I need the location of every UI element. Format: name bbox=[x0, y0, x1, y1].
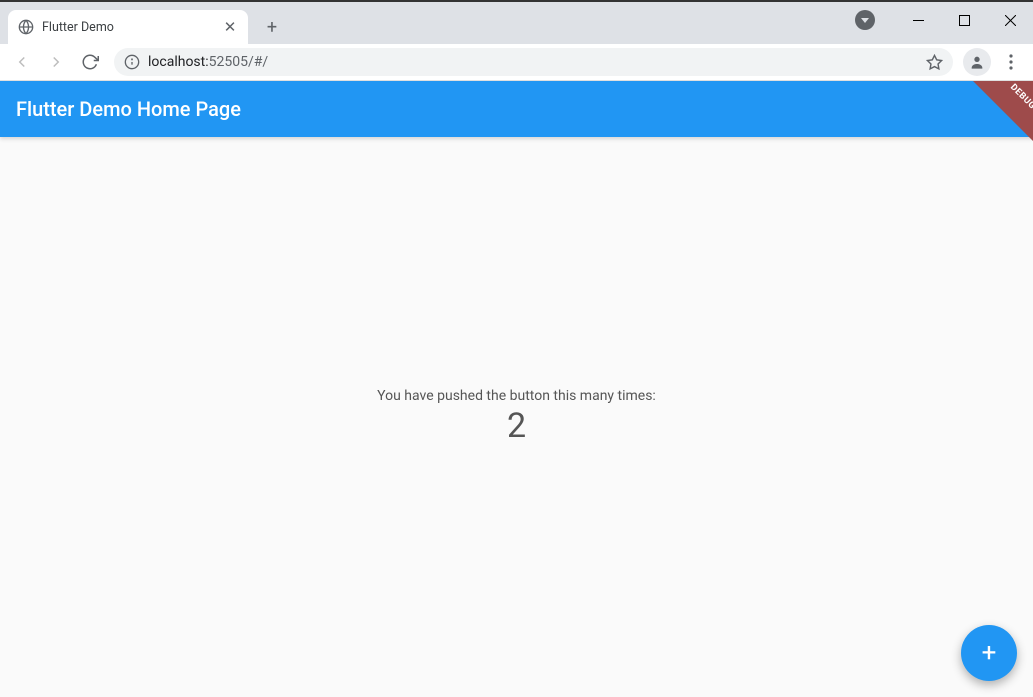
profile-button[interactable] bbox=[963, 48, 991, 76]
push-count-label: You have pushed the button this many tim… bbox=[377, 388, 656, 404]
reload-button[interactable] bbox=[76, 48, 104, 76]
counter-value: 2 bbox=[507, 406, 526, 446]
window-controls bbox=[855, 0, 1033, 40]
new-tab-button[interactable]: + bbox=[258, 13, 286, 41]
tab-search-button[interactable] bbox=[855, 10, 875, 30]
minimize-button[interactable] bbox=[895, 5, 941, 35]
tab-title: Flutter Demo bbox=[42, 20, 214, 35]
url-host: localhost: bbox=[148, 54, 209, 70]
forward-button[interactable] bbox=[42, 48, 70, 76]
bookmark-star-icon[interactable] bbox=[926, 54, 943, 71]
increment-fab[interactable]: + bbox=[961, 625, 1017, 681]
app-bar: Flutter Demo Home Page bbox=[0, 81, 1033, 137]
back-button[interactable] bbox=[8, 48, 36, 76]
app-bar-title: Flutter Demo Home Page bbox=[16, 97, 241, 121]
url-text: localhost:52505/#/ bbox=[148, 54, 918, 70]
url-path: 52505/#/ bbox=[209, 54, 269, 70]
browser-tab-strip: Flutter Demo ✕ + bbox=[0, 0, 1033, 44]
site-info-icon[interactable] bbox=[124, 54, 140, 70]
globe-icon bbox=[18, 19, 34, 35]
close-tab-icon[interactable]: ✕ bbox=[222, 19, 238, 35]
maximize-button[interactable] bbox=[941, 5, 987, 35]
address-bar[interactable]: localhost:52505/#/ bbox=[114, 48, 953, 76]
tab-strip: Flutter Demo ✕ + bbox=[0, 0, 286, 44]
plus-icon: + bbox=[982, 638, 997, 668]
browser-toolbar: localhost:52505/#/ bbox=[0, 44, 1033, 81]
page-viewport: Flutter Demo Home Page DEBUG You have pu… bbox=[0, 81, 1033, 697]
close-window-button[interactable] bbox=[987, 5, 1033, 35]
browser-menu-button[interactable] bbox=[997, 48, 1025, 76]
debug-ribbon bbox=[973, 81, 1033, 141]
browser-tab[interactable]: Flutter Demo ✕ bbox=[8, 10, 248, 44]
body-content: You have pushed the button this many tim… bbox=[0, 137, 1033, 697]
